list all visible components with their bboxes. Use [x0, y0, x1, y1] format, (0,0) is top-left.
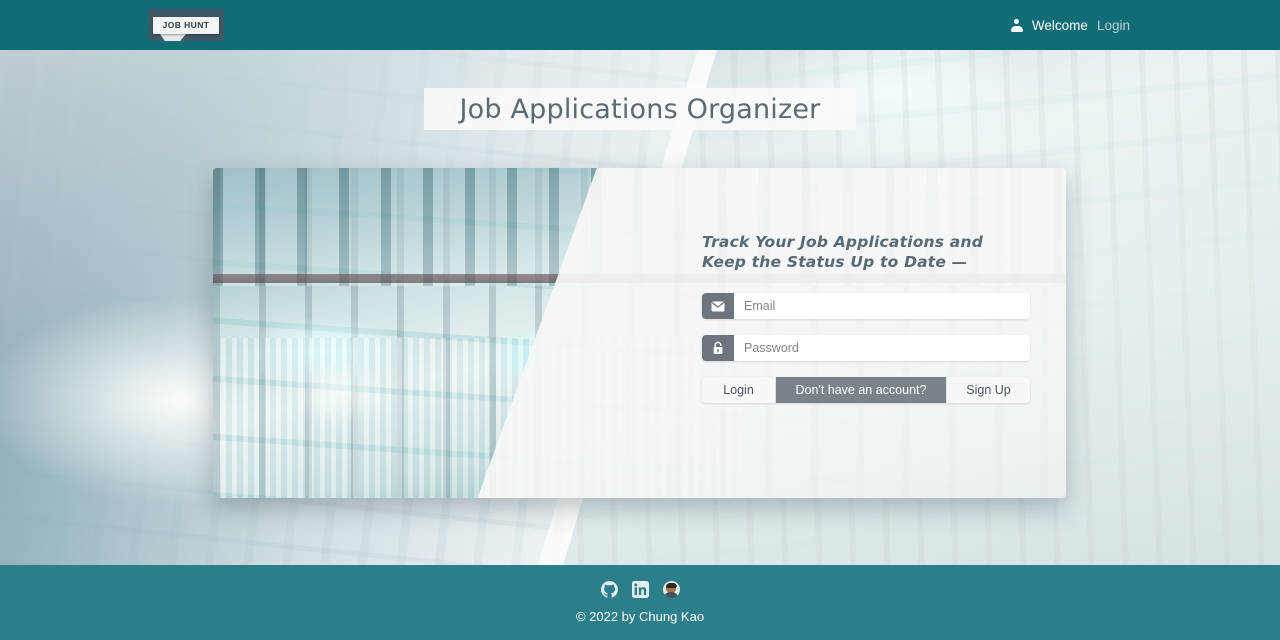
password-input[interactable] — [734, 335, 1030, 361]
envelope-icon — [702, 293, 734, 319]
social-links — [600, 581, 680, 598]
top-navbar: JOB HUNT Welcome Login — [0, 0, 1280, 50]
email-input[interactable] — [734, 293, 1030, 319]
navbar-right-group: Welcome Login — [1010, 0, 1130, 50]
brand-ribbon: JOB HUNT — [153, 16, 219, 34]
avatar-glasses — [666, 586, 676, 589]
user-icon — [1010, 18, 1023, 32]
login-page: JOB HUNT Welcome Login Job Applications … — [0, 0, 1280, 640]
linkedin-icon[interactable] — [631, 581, 649, 598]
login-form: Track Your Job Applications and Keep the… — [702, 232, 1030, 403]
brand-ribbon-tail — [160, 34, 186, 41]
github-icon[interactable] — [600, 581, 618, 598]
copyright-text: © 2022 by Chung Kao — [575, 609, 705, 624]
page-footer: © 2022 by Chung Kao — [0, 565, 1280, 640]
email-field-group — [702, 293, 1030, 319]
login-button-row: Login Don't have an account? Sign Up — [702, 377, 1030, 403]
page-title-banner: Job Applications Organizer — [424, 88, 856, 130]
signup-prompt-label: Don't have an account? — [776, 377, 946, 403]
password-field-group — [702, 335, 1030, 361]
brand-text: JOB HUNT — [162, 20, 210, 30]
login-button[interactable]: Login — [702, 377, 776, 403]
avatar-body — [664, 592, 678, 598]
welcome-label: Welcome — [1031, 17, 1088, 33]
brand-logo[interactable]: JOB HUNT — [148, 9, 224, 41]
avatar-icon[interactable] — [662, 581, 680, 598]
nav-login-link[interactable]: Login — [1097, 18, 1130, 33]
signup-button[interactable]: Sign Up — [946, 377, 1030, 403]
login-tagline: Track Your Job Applications and Keep the… — [702, 233, 983, 271]
lock-icon — [702, 335, 734, 361]
page-title: Job Applications Organizer — [459, 93, 821, 125]
